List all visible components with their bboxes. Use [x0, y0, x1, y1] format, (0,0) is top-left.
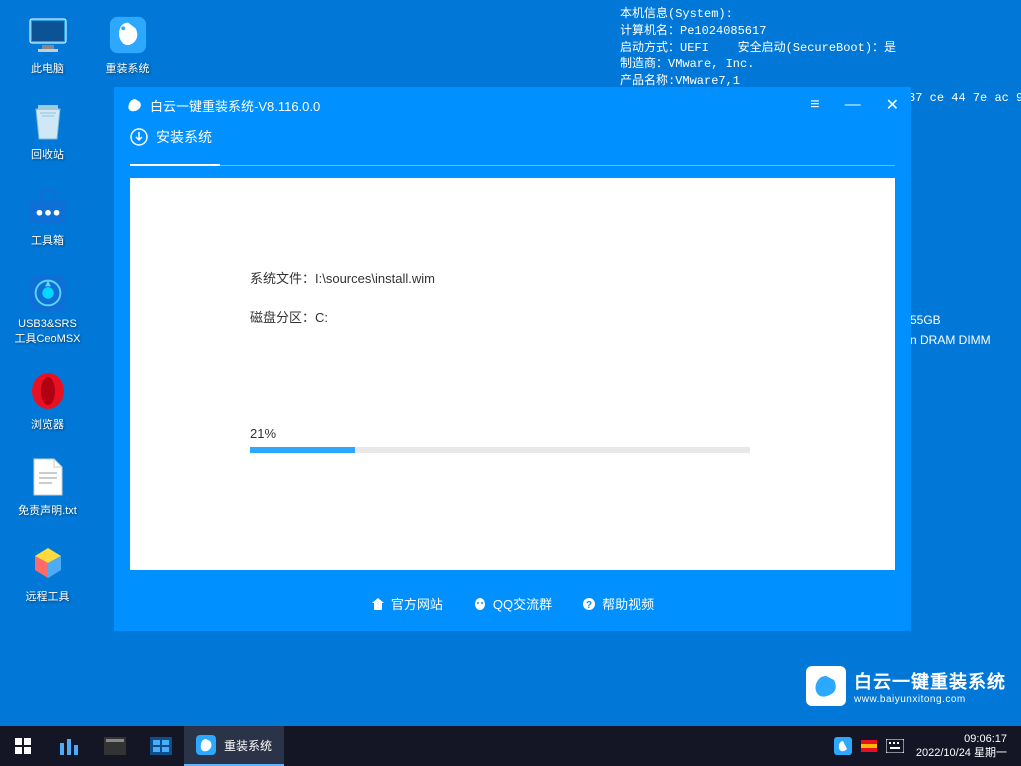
installer-window: 白云一键重装系统-V8.116.0.0 ≡ — ✕ 安装系统 系统文件：I:\s… — [114, 87, 911, 631]
computer-icon — [28, 15, 68, 55]
footer-link-help-video[interactable]: ? 帮助视频 — [582, 594, 654, 613]
desktop-icon-reinstall[interactable]: 重装系统 — [90, 15, 165, 76]
icon-label: 免责声明.txt — [18, 502, 77, 518]
disk-label: 磁盘分区： — [250, 310, 315, 325]
opera-icon — [28, 371, 68, 411]
svg-text:?: ? — [586, 600, 592, 611]
tab-label: 安装系统 — [156, 127, 212, 147]
installer-footer: 官方网站 QQ交流群 ? 帮助视频 — [114, 578, 911, 631]
desktop-icon-this-pc[interactable]: 此电脑 — [10, 15, 85, 76]
desktop-icon-disclaimer[interactable]: 免责声明.txt — [10, 457, 85, 518]
taskbar-active-app[interactable]: 重装系统 — [184, 726, 284, 766]
taskbar-app-3[interactable] — [138, 726, 184, 766]
taskbar: 重装系统 09:06:17 2022/10/24 星期一 — [0, 726, 1021, 766]
start-button[interactable] — [0, 726, 46, 766]
disk-value: C: — [315, 310, 328, 325]
extra-system-info: 55GB n DRAM DIMM — [910, 310, 991, 351]
icon-label: 回收站 — [31, 146, 64, 162]
progress-bar — [250, 447, 750, 453]
icon-label: 重装系统 — [106, 60, 150, 76]
tray-date: 2022/10/24 — [916, 747, 971, 759]
footer-label: 官方网站 — [391, 594, 443, 613]
tab-underline — [130, 165, 895, 166]
disk-partition-row: 磁盘分区：C: — [250, 307, 775, 326]
desktop-icon-recycle-bin[interactable]: 回收站 — [10, 101, 85, 162]
tray-time: 09:06:17 — [916, 732, 1007, 746]
footer-link-qq-group[interactable]: QQ交流群 — [473, 594, 552, 613]
brand-bird-icon — [806, 666, 846, 706]
desktop-icon-toolbox[interactable]: 工具箱 — [10, 187, 85, 248]
tray-weekday: 星期一 — [974, 747, 1007, 759]
icon-label: 远程工具 — [26, 588, 70, 604]
taskbar-app-label: 重装系统 — [224, 737, 272, 754]
menu-button[interactable]: ≡ — [810, 96, 819, 114]
remote-tool-icon — [28, 543, 68, 583]
extra-info-line: n DRAM DIMM — [910, 330, 991, 350]
watermark-url: www.baiyunxitong.com — [854, 694, 1006, 705]
system-tray: 09:06:17 2022/10/24 星期一 — [832, 726, 1021, 766]
desktop-icon-remote-tool[interactable]: 远程工具 — [10, 543, 85, 604]
progress-area: 21% — [250, 426, 775, 453]
help-icon: ? — [582, 597, 596, 611]
sys-file-value: I:\sources\install.wim — [315, 271, 435, 286]
usb-tool-icon — [28, 273, 68, 313]
text-file-icon — [28, 457, 68, 497]
extra-info-line: 55GB — [910, 310, 991, 330]
footer-label: QQ交流群 — [493, 594, 552, 613]
icon-label: USB3&SRS 工具CeoMSX — [14, 318, 80, 346]
toolbox-icon — [28, 187, 68, 227]
taskbar-app-1[interactable] — [46, 726, 92, 766]
footer-link-website[interactable]: 官方网站 — [371, 594, 443, 613]
desktop-icon-usb3-srs[interactable]: USB3&SRS 工具CeoMSX — [10, 273, 85, 346]
tray-icon-keyboard[interactable] — [884, 726, 906, 766]
progress-fill — [250, 447, 355, 453]
brand-watermark: 白云一键重装系统 www.baiyunxitong.com — [806, 666, 1006, 706]
home-icon — [371, 597, 385, 611]
minimize-button[interactable]: — — [845, 96, 861, 114]
app-bird-icon — [126, 96, 144, 114]
installer-content: 系统文件：I:\sources\install.wim 磁盘分区：C: 21% — [130, 178, 895, 570]
desktop-icon-browser[interactable]: 浏览器 — [10, 371, 85, 432]
tray-icon-flag[interactable] — [858, 726, 880, 766]
footer-label: 帮助视频 — [602, 594, 654, 613]
download-icon — [130, 128, 148, 146]
app-bird-icon — [196, 735, 216, 755]
icon-label: 工具箱 — [31, 232, 64, 248]
system-file-row: 系统文件：I:\sources\install.wim — [250, 268, 775, 287]
watermark-title: 白云一键重装系统 — [854, 668, 1006, 694]
reinstall-icon — [108, 15, 148, 55]
taskbar-app-2[interactable] — [92, 726, 138, 766]
tray-icon-bird[interactable] — [832, 726, 854, 766]
qq-icon — [473, 597, 487, 611]
window-title: 白云一键重装系统-V8.116.0.0 — [150, 96, 320, 115]
icon-label: 浏览器 — [31, 416, 64, 432]
recycle-bin-icon — [28, 101, 68, 141]
tab-install-system[interactable]: 安装系统 — [130, 127, 212, 155]
sys-file-label: 系统文件： — [250, 271, 315, 286]
tray-clock[interactable]: 09:06:17 2022/10/24 星期一 — [910, 732, 1013, 761]
close-button[interactable]: ✕ — [886, 95, 899, 115]
progress-percent-label: 21% — [250, 426, 775, 441]
icon-label: 此电脑 — [31, 60, 64, 76]
window-titlebar[interactable]: 白云一键重装系统-V8.116.0.0 ≡ — ✕ — [114, 87, 911, 123]
